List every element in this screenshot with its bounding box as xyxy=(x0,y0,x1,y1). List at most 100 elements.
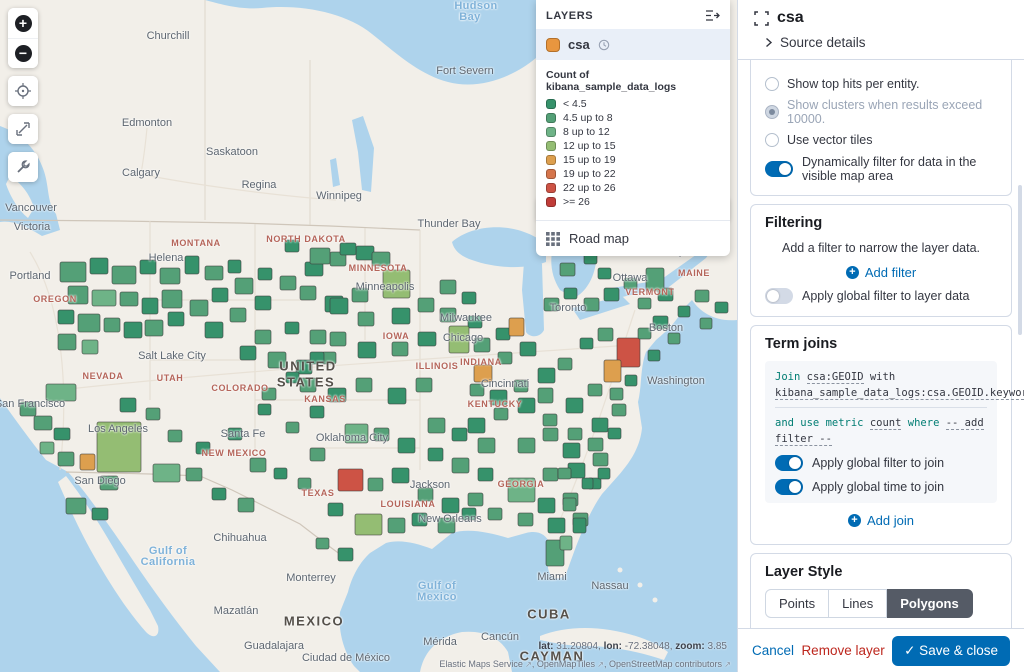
csa-region[interactable] xyxy=(310,448,325,461)
tab-lines[interactable]: Lines xyxy=(829,589,887,618)
csa-region[interactable] xyxy=(285,322,299,334)
csa-region[interactable] xyxy=(520,342,536,356)
radio-top-hits[interactable]: Show top hits per entity. xyxy=(765,77,997,91)
csa-region[interactable] xyxy=(514,380,528,392)
csa-region[interactable] xyxy=(238,498,254,512)
csa-region[interactable] xyxy=(255,296,271,310)
csa-region[interactable] xyxy=(452,458,469,473)
csa-region[interactable] xyxy=(185,256,199,274)
csa-region[interactable] xyxy=(120,292,138,306)
csa-region[interactable] xyxy=(356,378,372,392)
csa-region[interactable] xyxy=(538,498,555,513)
csa-region[interactable] xyxy=(638,328,651,339)
csa-region[interactable] xyxy=(592,418,608,432)
csa-region[interactable] xyxy=(474,365,492,382)
csa-region[interactable] xyxy=(310,330,326,344)
csa-region[interactable] xyxy=(584,298,599,311)
csa-region[interactable] xyxy=(582,478,593,489)
csa-region[interactable] xyxy=(368,478,383,491)
csa-region[interactable] xyxy=(328,388,346,402)
csa-region[interactable] xyxy=(418,298,434,312)
toggle-on-icon[interactable] xyxy=(775,455,803,471)
csa-region[interactable] xyxy=(392,468,409,483)
csa-region[interactable] xyxy=(544,298,559,311)
csa-region[interactable] xyxy=(330,332,346,346)
add-join-button[interactable]: + Add join xyxy=(765,513,997,528)
csa-region[interactable] xyxy=(92,290,116,306)
csa-region[interactable] xyxy=(145,320,163,336)
csa-region[interactable] xyxy=(612,404,626,416)
csa-region[interactable] xyxy=(230,308,246,322)
csa-region[interactable] xyxy=(285,240,299,252)
csa-region[interactable] xyxy=(468,418,485,433)
csa-region[interactable] xyxy=(258,404,271,415)
radio-vector-tiles[interactable]: Use vector tiles xyxy=(765,133,997,147)
csa-region[interactable] xyxy=(196,442,210,454)
csa-region[interactable] xyxy=(498,352,512,364)
csa-region[interactable] xyxy=(518,438,535,453)
csa-region[interactable] xyxy=(140,260,156,274)
metric-token[interactable]: count xyxy=(870,417,902,430)
csa-region[interactable] xyxy=(392,342,408,356)
csa-region[interactable] xyxy=(548,518,565,533)
zoom-in-button[interactable]: + xyxy=(8,8,38,38)
csa-region[interactable] xyxy=(695,290,709,302)
csa-region[interactable] xyxy=(186,468,202,481)
csa-region[interactable] xyxy=(316,538,329,549)
csa-region[interactable] xyxy=(355,514,382,535)
csa-region[interactable] xyxy=(168,430,182,442)
csa-region[interactable] xyxy=(518,398,535,413)
csa-region[interactable] xyxy=(566,398,583,413)
csa-region[interactable] xyxy=(274,468,287,479)
csa-region[interactable] xyxy=(625,375,637,386)
csa-region[interactable] xyxy=(82,340,98,354)
csa-region[interactable] xyxy=(268,352,286,368)
csa-region[interactable] xyxy=(573,518,586,533)
csa-region[interactable] xyxy=(700,318,712,329)
csa-region[interactable] xyxy=(558,358,572,370)
csa-region[interactable] xyxy=(328,503,343,516)
csa-region[interactable] xyxy=(580,338,593,349)
csa-region[interactable] xyxy=(509,318,524,336)
csa-region[interactable] xyxy=(90,258,108,274)
join-left-field[interactable]: csa:GEOID xyxy=(807,371,864,384)
basemap-row[interactable]: Road map xyxy=(536,221,730,256)
csa-region[interactable] xyxy=(610,388,623,400)
csa-region[interactable] xyxy=(80,454,95,470)
add-filter-button[interactable]: + Add filter xyxy=(765,265,997,280)
csa-region[interactable] xyxy=(300,378,316,392)
csa-region[interactable] xyxy=(412,513,427,526)
csa-region[interactable] xyxy=(374,428,389,441)
csa-region[interactable] xyxy=(258,268,272,280)
csa-region[interactable] xyxy=(58,310,74,324)
csa-region[interactable] xyxy=(452,428,467,441)
csa-region[interactable] xyxy=(235,278,253,294)
tab-points[interactable]: Points xyxy=(765,589,829,618)
csa-region[interactable] xyxy=(60,262,86,282)
csa-region[interactable] xyxy=(388,388,406,404)
csa-region[interactable] xyxy=(100,476,118,490)
csa-region[interactable] xyxy=(54,428,70,440)
csa-region[interactable] xyxy=(212,288,228,302)
csa-region[interactable] xyxy=(488,508,502,520)
dynamic-filter-toggle-row[interactable]: Dynamically filter for data in the visib… xyxy=(765,155,997,183)
csa-region[interactable] xyxy=(638,298,651,309)
csa-region[interactable] xyxy=(40,442,54,454)
csa-region[interactable] xyxy=(478,438,495,453)
csa-region[interactable] xyxy=(104,318,120,332)
csa-region[interactable] xyxy=(440,280,456,294)
csa-region[interactable] xyxy=(518,513,533,526)
csa-region[interactable] xyxy=(588,384,602,396)
csa-region[interactable] xyxy=(142,298,158,314)
csa-region[interactable] xyxy=(608,428,621,439)
join-global-filter-toggle-row[interactable]: Apply global filter to join xyxy=(775,455,987,471)
csa-region[interactable] xyxy=(442,498,459,513)
toggle-off-icon[interactable] xyxy=(765,288,793,304)
cancel-button[interactable]: Cancel xyxy=(752,643,794,658)
csa-region[interactable] xyxy=(598,468,610,479)
csa-region[interactable] xyxy=(120,398,136,412)
csa-region[interactable] xyxy=(358,342,376,358)
csa-region[interactable] xyxy=(124,322,142,338)
csa-region[interactable] xyxy=(428,418,445,433)
csa-region[interactable] xyxy=(543,468,558,481)
